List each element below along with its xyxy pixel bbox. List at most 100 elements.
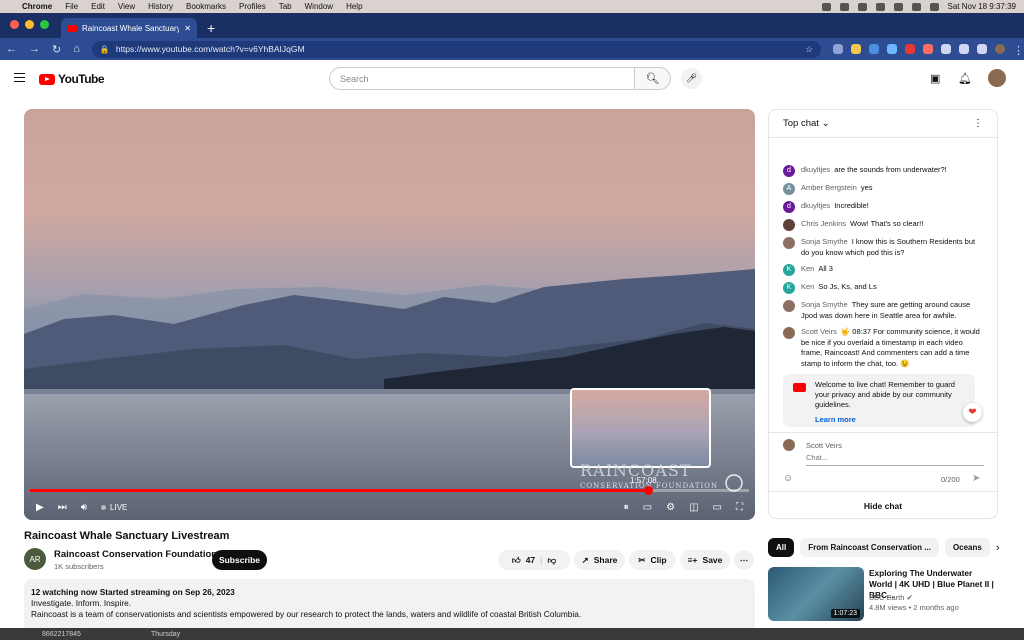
like-count[interactable]: 47 (526, 555, 535, 565)
emoji-icon[interactable]: ☺ (783, 473, 793, 484)
search-input[interactable]: Search (329, 67, 635, 90)
new-tab-button[interactable]: + (197, 20, 215, 38)
reload-icon[interactable]: ↻ (52, 43, 61, 56)
close-tab-icon[interactable]: ✕ (184, 24, 191, 33)
menu-history[interactable]: History (148, 2, 173, 11)
bookmark-star-icon[interactable]: ☆ (805, 44, 813, 55)
chat-more-options-icon[interactable]: ⋮ (973, 118, 983, 129)
voice-search-button[interactable]: 🎤︎ (681, 68, 702, 89)
battery-icon[interactable] (875, 2, 885, 11)
chat-author-name[interactable]: dkuyltjes (801, 165, 830, 174)
chat-author-name[interactable]: Chris Jenkins (801, 219, 846, 228)
volume-icon[interactable]: 🔊︎ (81, 502, 87, 513)
menu-kebab-icon[interactable]: ⋮ (1013, 44, 1024, 57)
menu-window[interactable]: Window (305, 2, 333, 11)
chevron-right-icon[interactable]: › (996, 542, 1000, 554)
menu-file[interactable]: File (65, 2, 78, 11)
wifi-icon[interactable] (893, 2, 903, 11)
chat-input[interactable]: Chat... (806, 453, 984, 466)
hide-chat-button[interactable]: Hide chat (769, 491, 997, 519)
play-icon[interactable]: ▶ (36, 502, 44, 513)
menu-view[interactable]: View (118, 2, 135, 11)
extension-icon[interactable] (923, 44, 933, 54)
extension-icon[interactable] (905, 44, 915, 54)
autoplay-toggle-icon[interactable]: ⏸ (624, 502, 629, 513)
share-button[interactable]: ↗ Share (574, 550, 625, 570)
clip-button[interactable]: ✂ Clip (629, 550, 676, 570)
progress-bar[interactable] (30, 486, 749, 495)
chip-all[interactable]: All (768, 538, 795, 557)
recommendation-thumbnail[interactable]: 1:07:23 (768, 567, 864, 621)
chat-mode-dropdown[interactable]: Top chat ⌄ (783, 118, 830, 129)
chat-message[interactable]: K Ken So Js, Ks, and Ls (769, 282, 997, 294)
chat-message[interactable]: K Ken All 3 (769, 264, 997, 276)
playlist-icon[interactable] (959, 44, 969, 54)
chat-message[interactable]: A Amber Bergstein yes (769, 183, 997, 195)
chip-oceans[interactable]: Oceans (944, 538, 990, 557)
chat-author-name[interactable]: dkuyltjes (801, 201, 830, 210)
theater-mode-icon[interactable]: ▭ (713, 502, 722, 513)
menu-edit[interactable]: Edit (91, 2, 105, 11)
back-icon[interactable]: ← (6, 43, 17, 55)
recommendation-channel[interactable]: BBC Earth ✔ (869, 593, 913, 602)
reaction-heart-button[interactable]: ❤ (963, 403, 982, 422)
chat-author-name[interactable]: Ken (801, 282, 814, 291)
sidepanel-icon[interactable] (977, 44, 987, 54)
extension-icon[interactable] (887, 44, 897, 54)
puzzle-icon[interactable] (941, 44, 951, 54)
menubar-clock[interactable]: Sat Nov 18 9:37:39 (948, 2, 1017, 11)
fullscreen-icon[interactable]: ⛶ (736, 502, 743, 513)
subtitles-icon[interactable]: ▭ (643, 502, 652, 513)
extension-icon[interactable] (833, 44, 843, 54)
chat-message[interactable]: Sonja Smythe I know this is Southern Resi… (769, 237, 997, 258)
control-center-icon[interactable] (929, 2, 939, 11)
subscribe-button[interactable]: Subscribe (212, 550, 267, 570)
thumbs-up-icon[interactable]: 👍︎ (512, 555, 521, 566)
home-icon[interactable]: ⌂ (73, 43, 80, 55)
hamburger-menu-icon[interactable] (14, 73, 25, 82)
search-button[interactable]: 🔍︎ (635, 67, 671, 90)
account-avatar[interactable] (988, 69, 1006, 87)
youtube-logo[interactable]: YouTube (39, 72, 105, 86)
menu-app-chrome[interactable]: Chrome (22, 2, 52, 11)
chat-author-name[interactable]: Ken (801, 264, 814, 273)
minimize-window-button[interactable] (25, 20, 34, 29)
chat-message[interactable]: d dkuyltjes are the sounds from underwater… (769, 165, 997, 177)
chat-message[interactable]: Scott Veirs 🤟 08:37 For community science… (769, 327, 997, 369)
chat-author-name[interactable]: Scott Veirs (801, 327, 837, 336)
chat-author-name[interactable]: Amber Bergstein (801, 183, 857, 192)
lock-icon[interactable]: 🔒 (100, 45, 110, 54)
close-window-button[interactable] (10, 20, 19, 29)
chat-author-name[interactable]: Sonja Smythe (801, 300, 848, 309)
address-bar[interactable]: 🔒 https://www.youtube.com/watch?v=v6YhBA… (91, 40, 821, 58)
thumbs-down-icon[interactable]: 👎︎ (548, 555, 557, 566)
chat-author-name[interactable]: Sonja Smythe (801, 237, 848, 246)
search-icon[interactable] (911, 2, 921, 11)
profile-avatar[interactable] (995, 44, 1005, 54)
next-icon[interactable]: ⏭ (58, 502, 67, 513)
save-button[interactable]: ≡+ Save (680, 550, 730, 570)
menu-profiles[interactable]: Profiles (239, 2, 266, 11)
chat-message[interactable]: d dkuyltjes Incredible! (769, 201, 997, 213)
chat-message[interactable]: Sonja Smythe They sure are getting around… (769, 300, 997, 321)
play-icon[interactable] (839, 2, 849, 11)
headphones-icon[interactable] (857, 2, 867, 11)
miniplayer-icon[interactable]: ◫ (689, 502, 698, 513)
menu-tab[interactable]: Tab (279, 2, 292, 11)
chip-from-channel[interactable]: From Raincoast Conservation ... (800, 538, 939, 557)
more-actions-button[interactable]: ⋯ (734, 550, 754, 570)
extension-icon[interactable] (869, 44, 879, 54)
extension-icon[interactable] (851, 44, 861, 54)
settings-gear-icon[interactable]: ⚙ (666, 502, 675, 513)
notifications-bell-icon[interactable]: 🔔︎ (958, 72, 972, 85)
channel-avatar[interactable]: AR (24, 548, 46, 570)
menu-help[interactable]: Help (346, 2, 362, 11)
chat-message[interactable]: Chris Jenkins Wow! That's so clear!! (769, 219, 997, 231)
send-icon[interactable]: ➤ (972, 473, 980, 484)
menu-bookmarks[interactable]: Bookmarks (186, 2, 226, 11)
learn-more-link[interactable]: Learn more (815, 415, 967, 425)
channel-name[interactable]: Raincoast Conservation Foundation (54, 549, 217, 560)
video-player[interactable]: RAINCOAST CONSERVATION FOUNDATION 1:57:0… (24, 109, 755, 520)
browser-tab-active[interactable]: Raincoast Whale Sanctuary Li ✕ (61, 18, 197, 38)
create-video-icon[interactable]: ▣ (930, 72, 940, 85)
